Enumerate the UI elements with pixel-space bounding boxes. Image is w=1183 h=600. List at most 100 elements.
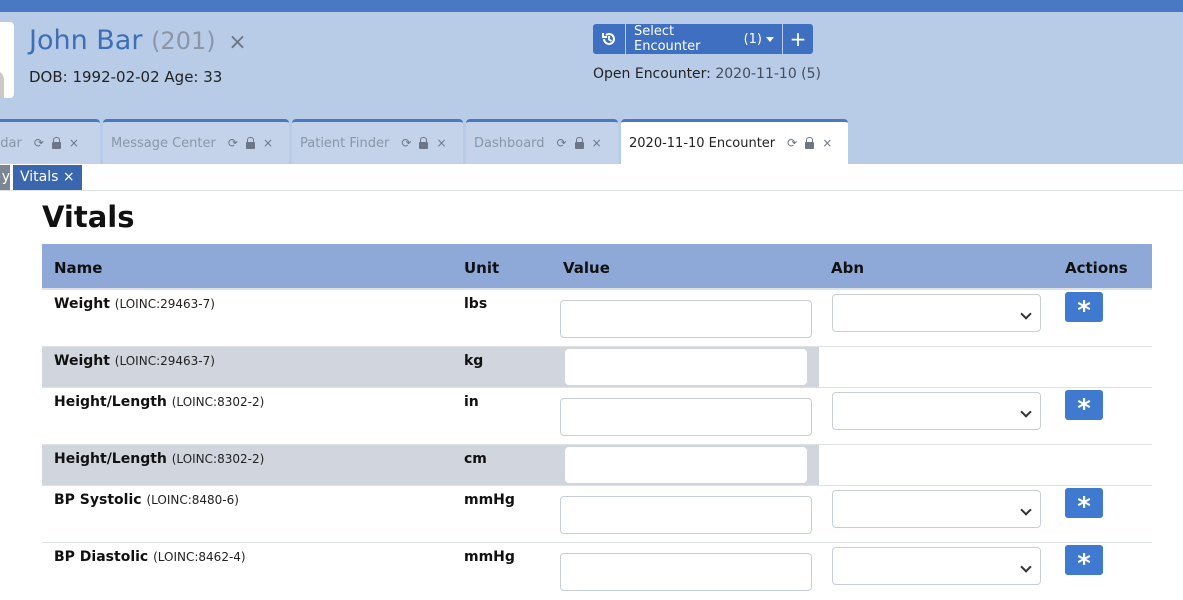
encounter-count: (1) [743, 31, 762, 47]
lock-icon[interactable] [574, 136, 584, 149]
tab-label: Dashboard [474, 135, 545, 151]
tab-calendar[interactable]: ndar ⟳ × [0, 119, 100, 164]
vital-name: BP Diastolic [54, 549, 149, 565]
add-encounter-button[interactable]: + [783, 24, 813, 54]
encounter-subtabs: y Vitals × [0, 165, 1183, 191]
close-icon[interactable]: × [822, 136, 832, 150]
tab-icons: ⟳ × [34, 136, 79, 150]
refresh-icon[interactable]: ⟳ [401, 136, 411, 150]
bp-systolic-input[interactable] [560, 496, 812, 534]
height-cm-input[interactable] [565, 447, 807, 483]
tab-icons: ⟳ × [228, 136, 273, 150]
vital-unit: in [464, 394, 479, 410]
table-row: BP Diastolic (LOINC:8462-4) mmHg * [42, 543, 1152, 600]
vital-name: Weight [54, 296, 110, 312]
patient-header: John Bar (201) × DOB: 1992-02-02 Age: 33… [0, 12, 1183, 164]
column-header-name: Name [54, 259, 103, 277]
actions-button[interactable]: * [1065, 390, 1103, 422]
select-encounter-dropdown[interactable]: Select Encounter (1) [626, 24, 783, 54]
bp-diastolic-input[interactable] [560, 553, 812, 591]
close-icon[interactable]: × [69, 136, 79, 150]
vitals-table: Name Unit Value Abn Actions Weight (LOIN… [42, 244, 1152, 600]
vital-unit: cm [464, 451, 487, 467]
patient-id: (201) [151, 27, 216, 55]
close-icon[interactable]: × [436, 136, 446, 150]
vital-name: Weight [54, 353, 110, 369]
vital-name-cell: Weight (LOINC:29463-7) [54, 353, 215, 369]
abn-select[interactable] [832, 294, 1041, 332]
vital-name-cell: Height/Length (LOINC:8302-2) [54, 451, 264, 467]
tab-label: Message Center [111, 135, 216, 151]
vital-name-cell: Weight (LOINC:29463-7) [54, 296, 215, 312]
page-title: Vitals [42, 200, 135, 234]
abn-select[interactable] [832, 547, 1041, 585]
encounter-history-button[interactable] [593, 24, 626, 54]
open-encounter-label: Open Encounter: [593, 66, 711, 82]
actions-button[interactable]: * [1065, 545, 1103, 577]
loinc-code: (LOINC:29463-7) [114, 297, 215, 311]
lock-icon[interactable] [245, 136, 255, 149]
main-tabs: ndar ⟳ × Message Center ⟳ × Patient Find… [0, 119, 1183, 164]
encounter-button-group: Select Encounter (1) + [593, 24, 813, 54]
refresh-icon[interactable]: ⟳ [34, 136, 44, 150]
tab-icons: ⟳ × [557, 136, 602, 150]
weight-lbs-input[interactable] [560, 300, 812, 338]
top-accent-bar [0, 0, 1183, 12]
tab-label: 2020-11-10 Encounter [629, 135, 776, 151]
column-header-value: Value [563, 259, 610, 277]
patient-avatar[interactable] [0, 22, 14, 98]
subtab-vitals[interactable]: Vitals × [13, 165, 82, 190]
column-header-unit: Unit [464, 259, 500, 277]
table-row: BP Systolic (LOINC:8480-6) mmHg * [42, 486, 1152, 543]
tab-patient-finder[interactable]: Patient Finder ⟳ × [292, 119, 463, 164]
tab-label: Patient Finder [300, 135, 390, 151]
close-icon[interactable]: × [592, 136, 602, 150]
select-encounter-label: Select Encounter [634, 24, 701, 54]
column-header-actions: Actions [1065, 259, 1128, 277]
vital-name: Height/Length [54, 451, 167, 467]
loinc-code: (LOINC:29463-7) [114, 354, 215, 368]
height-in-input[interactable] [560, 398, 812, 436]
vital-name: Height/Length [54, 394, 167, 410]
vital-unit: kg [464, 353, 484, 369]
actions-button[interactable]: * [1065, 292, 1103, 324]
vital-name-cell: BP Diastolic (LOINC:8462-4) [54, 549, 246, 565]
close-patient-icon[interactable]: × [228, 30, 246, 55]
actions-button[interactable]: * [1065, 488, 1103, 520]
table-row: Weight (LOINC:29463-7) lbs * [42, 290, 1152, 347]
vital-unit: lbs [464, 296, 488, 312]
vital-name: BP Systolic [54, 492, 142, 508]
patient-name-line: John Bar (201) × [29, 25, 247, 56]
loinc-code: (LOINC:8302-2) [171, 452, 265, 466]
lock-icon[interactable] [51, 136, 61, 149]
tab-label: ndar [0, 135, 22, 151]
tab-encounter[interactable]: 2020-11-10 Encounter ⟳ × [621, 119, 848, 164]
lock-icon[interactable] [419, 136, 429, 149]
refresh-icon[interactable]: ⟳ [787, 136, 797, 150]
close-icon[interactable]: × [263, 136, 273, 150]
tab-dashboard[interactable]: Dashboard ⟳ × [466, 119, 618, 164]
vital-unit: mmHg [464, 549, 515, 565]
refresh-icon[interactable]: ⟳ [228, 136, 238, 150]
loinc-code: (LOINC:8302-2) [171, 395, 265, 409]
avatar-silhouette-icon [0, 70, 4, 98]
tab-icons: ⟳ × [401, 136, 446, 150]
vital-unit: mmHg [464, 492, 515, 508]
refresh-icon[interactable]: ⟳ [557, 136, 567, 150]
open-encounter-link[interactable]: 2020-11-10 (5) [715, 66, 821, 82]
tab-message-center[interactable]: Message Center ⟳ × [103, 119, 289, 164]
history-icon [602, 33, 615, 45]
weight-kg-input[interactable] [565, 349, 807, 385]
table-row: Height/Length (LOINC:8302-2) cm [42, 445, 1152, 486]
subtab-previous[interactable]: y [0, 165, 10, 190]
abn-select[interactable] [832, 392, 1041, 430]
loinc-code: (LOINC:8462-4) [153, 550, 246, 564]
patient-name[interactable]: John Bar [29, 25, 142, 56]
abn-select[interactable] [832, 490, 1041, 528]
vital-name-cell: BP Systolic (LOINC:8480-6) [54, 492, 239, 508]
loinc-code: (LOINC:8480-6) [146, 493, 239, 507]
lock-icon[interactable] [805, 136, 815, 149]
caret-down-icon [766, 36, 774, 42]
tab-icons: ⟳ × [787, 136, 832, 150]
table-row: Weight (LOINC:29463-7) kg [42, 347, 1152, 388]
